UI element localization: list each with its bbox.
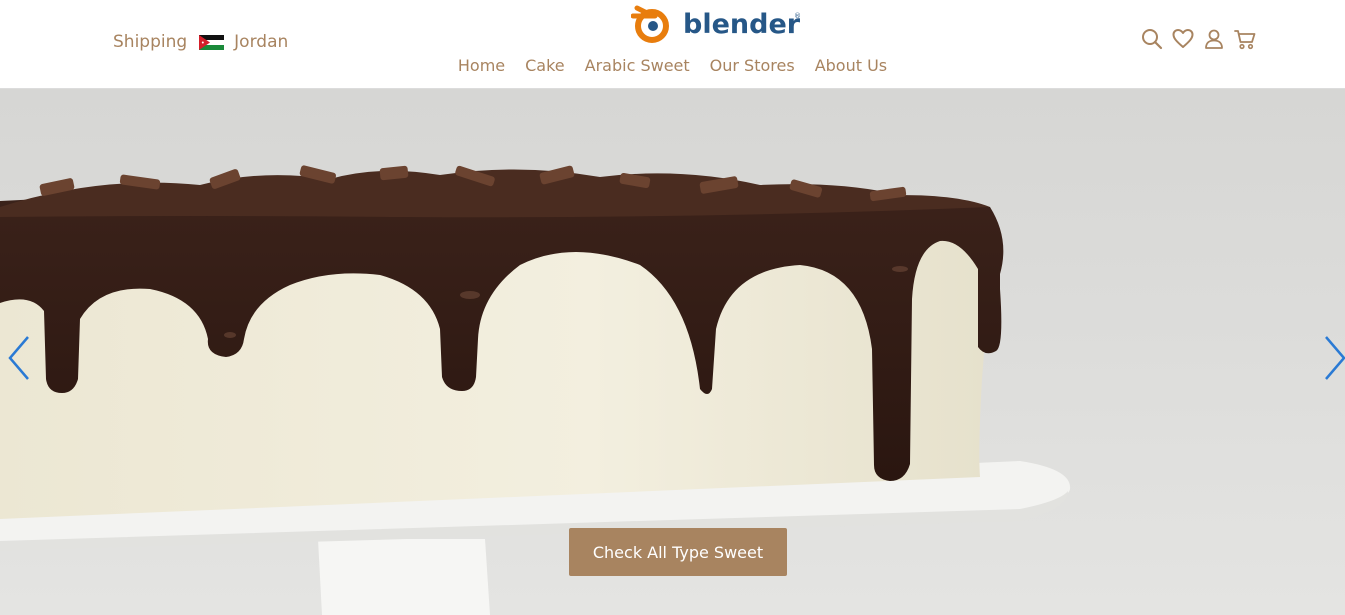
chevron-right-icon[interactable] — [1322, 335, 1345, 381]
brand-logo[interactable]: blender ® — [630, 2, 801, 46]
hero-slider: Check All Type Sweet — [0, 89, 1345, 615]
logo-registered-mark: ® — [794, 12, 801, 20]
cart-icon[interactable] — [1234, 28, 1256, 50]
nav-home[interactable]: Home — [458, 56, 505, 75]
blender-logo-icon: blender ® — [630, 5, 801, 43]
user-icon[interactable] — [1203, 28, 1225, 50]
shipping-selector[interactable]: Shipping Jordan — [113, 32, 288, 52]
nav-arabic-sweet[interactable]: Arabic Sweet — [585, 56, 690, 75]
nav-our-stores[interactable]: Our Stores — [710, 56, 795, 75]
search-icon[interactable] — [1141, 28, 1163, 50]
site-header: Shipping Jordan blender ® Home Cake Arab… — [0, 0, 1345, 89]
header-actions — [1141, 28, 1256, 50]
main-nav: Home Cake Arabic Sweet Our Stores About … — [0, 56, 1345, 75]
country-name: Jordan — [234, 32, 289, 52]
nav-about-us[interactable]: About Us — [815, 56, 887, 75]
check-all-sweets-button[interactable]: Check All Type Sweet — [569, 528, 787, 576]
jordan-flag-icon — [199, 34, 225, 50]
chevron-left-icon[interactable] — [6, 335, 32, 381]
shipping-label: Shipping — [113, 32, 188, 52]
nav-cake[interactable]: Cake — [525, 56, 565, 75]
heart-icon[interactable] — [1172, 28, 1194, 50]
logo-text: blender — [683, 9, 801, 40]
